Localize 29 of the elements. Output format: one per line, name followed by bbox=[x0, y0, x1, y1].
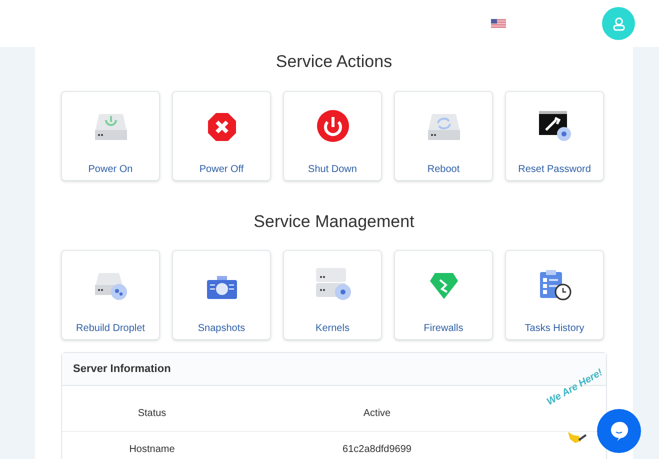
section-heading: Service Actions bbox=[274, 51, 394, 73]
chat-bubble-icon bbox=[609, 421, 629, 441]
table-cell: 61c2a8dfd9699 bbox=[342, 444, 412, 455]
table-cell: Status bbox=[138, 408, 166, 419]
service-tile[interactable]: Reset Password bbox=[505, 90, 604, 180]
service-tile[interactable]: Firewalls bbox=[394, 250, 493, 340]
table-cell: Active bbox=[363, 408, 391, 419]
card-title: Server Information bbox=[73, 362, 171, 377]
service-tile[interactable]: Rebuild Droplet bbox=[61, 250, 160, 340]
server-gear-icon bbox=[314, 267, 350, 301]
drive-power-icon bbox=[94, 112, 128, 142]
user-icon bbox=[612, 16, 624, 30]
service-tile[interactable]: Reboot bbox=[394, 90, 493, 180]
table-cell: Hostname bbox=[129, 444, 175, 455]
service-tile[interactable]: Tasks History bbox=[505, 250, 604, 340]
gem-icon bbox=[428, 271, 458, 301]
service-tile[interactable]: Snapshots bbox=[172, 250, 271, 340]
stop-sign-icon bbox=[206, 112, 236, 142]
service-tile[interactable]: Kernels bbox=[283, 250, 382, 340]
drive-sync-icon bbox=[426, 112, 460, 142]
camera-icon bbox=[206, 275, 238, 301]
drive-gears-icon bbox=[94, 271, 128, 301]
service-tile[interactable]: Shut Down bbox=[283, 90, 382, 180]
service-tile[interactable]: Power On bbox=[61, 90, 160, 180]
power-icon bbox=[316, 110, 348, 142]
flag-icon[interactable] bbox=[491, 19, 506, 28]
section-heading: Service Management bbox=[252, 210, 416, 232]
service-tile[interactable]: Power Off bbox=[172, 90, 271, 180]
clipboard-clock-icon bbox=[538, 269, 572, 301]
